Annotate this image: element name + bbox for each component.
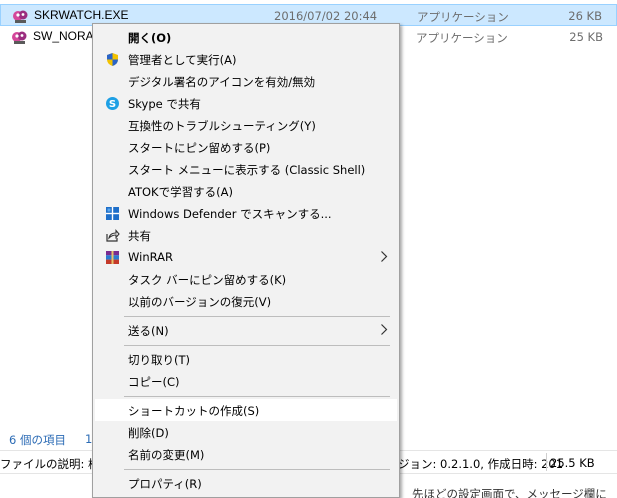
menu-item-copy[interactable]: コピー(C)	[95, 370, 397, 392]
menu-item-create-shortcut[interactable]: ショートカットの作成(S)	[95, 399, 397, 421]
winrar-icon	[106, 251, 119, 264]
menu-item-delete[interactable]: 削除(D)	[95, 421, 397, 443]
menu-item-send-to[interactable]: 送る(N)	[95, 319, 397, 341]
uac-shield-icon	[107, 53, 118, 66]
file-size-detail: 25.5 KB	[550, 456, 595, 470]
menu-item-label: ショートカットの作成(S)	[128, 404, 260, 418]
menu-item-label: 共有	[128, 229, 151, 243]
menu-item-winrar[interactable]: WinRAR	[95, 246, 397, 268]
application-icon	[13, 10, 28, 23]
menu-separator	[124, 469, 390, 470]
menu-item-classic-shell[interactable]: スタート メニューに表示する (Classic Shell)	[95, 158, 397, 180]
background-text: 先ほどの設定画面で、メッセージ欄に	[412, 487, 607, 498]
item-count: 6 個の項目	[9, 433, 66, 447]
menu-item-label: 切り取り(T)	[128, 353, 190, 367]
menu-separator	[124, 396, 390, 397]
file-type: アプリケーション	[416, 31, 508, 45]
file-size: 26 KB	[568, 9, 602, 23]
menu-item-label: Windows Defender でスキャンする...	[128, 207, 332, 221]
file-version-info: ジョン: 0.2.1.0, 作成日時: 201	[398, 457, 564, 471]
details-separator	[546, 453, 547, 471]
menu-item-label: タスク バーにピン留めする(K)	[128, 273, 287, 287]
menu-item-label: 送る(N)	[128, 324, 169, 338]
menu-item-label: デジタル署名のアイコンを有効/無効	[128, 75, 316, 89]
svg-text:S: S	[109, 99, 116, 110]
menu-item-label: 削除(D)	[128, 426, 169, 440]
skype-icon: S	[106, 97, 119, 110]
menu-item-share[interactable]: 共有	[95, 224, 397, 246]
file-description: ファイルの説明: 桜	[0, 457, 100, 471]
menu-item-pin-to-start[interactable]: スタートにピン留めする(P)	[95, 136, 397, 158]
file-type: アプリケーション	[417, 10, 509, 24]
menu-item-label: Skype で共有	[128, 97, 201, 111]
menu-item-label: 名前の変更(M)	[128, 448, 205, 462]
share-icon	[106, 229, 120, 242]
menu-item-label: ATOKで学習する(A)	[128, 185, 233, 199]
menu-item-run-as-admin[interactable]: 管理者として実行(A)	[95, 48, 397, 70]
chevron-right-icon	[381, 324, 388, 335]
menu-item-open[interactable]: 開く(O)	[95, 26, 397, 48]
menu-item-troubleshoot-compat[interactable]: 互換性のトラブルシューティング(Y)	[95, 114, 397, 136]
chevron-right-icon	[381, 251, 388, 262]
menu-item-label: WinRAR	[128, 250, 173, 264]
windows-defender-icon	[106, 207, 119, 220]
menu-item-rename[interactable]: 名前の変更(M)	[95, 443, 397, 465]
menu-item-skype-share[interactable]: S Skype で共有	[95, 92, 397, 114]
menu-item-label: スタート メニューに表示する (Classic Shell)	[128, 163, 366, 177]
file-date: 2016/07/02 20:44	[274, 9, 378, 23]
menu-item-label: 以前のバージョンの復元(V)	[128, 295, 272, 309]
menu-item-label: 管理者として実行(A)	[128, 53, 237, 67]
menu-item-label: スタートにピン留めする(P)	[128, 141, 271, 155]
menu-item-cut[interactable]: 切り取り(T)	[95, 348, 397, 370]
menu-item-label: プロパティ(R)	[128, 477, 202, 491]
context-menu: 開く(O) 管理者として実行(A) デジタル署名のアイコンを有効/無効 S Sk…	[92, 23, 400, 498]
menu-item-defender-scan[interactable]: Windows Defender でスキャンする...	[95, 202, 397, 224]
menu-item-label: 開く(O)	[128, 31, 172, 45]
menu-item-label: 互換性のトラブルシューティング(Y)	[128, 119, 316, 133]
application-icon	[12, 31, 27, 44]
menu-item-label: コピー(C)	[128, 375, 180, 389]
menu-item-digital-signature[interactable]: デジタル署名のアイコンを有効/無効	[95, 70, 397, 92]
file-name: SW_NORA	[33, 29, 94, 43]
menu-item-restore-previous[interactable]: 以前のバージョンの復元(V)	[95, 290, 397, 312]
menu-item-pin-to-taskbar[interactable]: タスク バーにピン留めする(K)	[95, 268, 397, 290]
file-name: SKRWATCH.EXE	[34, 8, 129, 22]
file-size: 25 KB	[569, 30, 603, 44]
menu-item-atok-learn[interactable]: ATOKで学習する(A)	[95, 180, 397, 202]
menu-item-properties[interactable]: プロパティ(R)	[95, 472, 397, 494]
menu-separator	[124, 316, 390, 317]
menu-separator	[124, 345, 390, 346]
